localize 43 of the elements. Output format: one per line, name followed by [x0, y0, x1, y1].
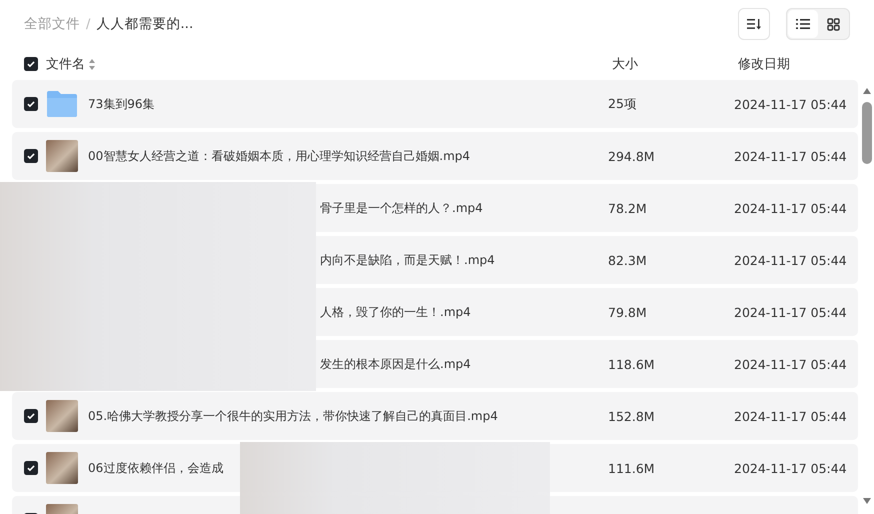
- sort-button[interactable]: [738, 8, 770, 40]
- file-name[interactable]: 06过度依赖伴侣，会造成: [88, 460, 224, 476]
- file-size: 111.6M: [608, 460, 655, 476]
- scrollbar[interactable]: [862, 86, 872, 506]
- checkbox[interactable]: [24, 409, 38, 423]
- checkbox[interactable]: [24, 57, 38, 71]
- folder-icon: [46, 90, 78, 118]
- file-size: 294.8M: [608, 148, 655, 164]
- video-thumbnail: [46, 452, 78, 484]
- file-size: 78.2M: [608, 200, 647, 216]
- file-size: 118.6M: [608, 356, 655, 372]
- modified-date: 2024-11-17 05:44: [734, 460, 847, 476]
- checkbox[interactable]: [24, 149, 38, 163]
- checkbox[interactable]: [24, 97, 38, 111]
- modified-date: 2024-11-17 05:44: [734, 408, 847, 424]
- file-size: 25项: [608, 96, 637, 112]
- breadcrumb-item[interactable]: 人人都需要的...: [96, 15, 194, 33]
- list-view-icon[interactable]: [788, 10, 818, 38]
- modified-date: 2024-11-17 05:44: [734, 200, 847, 216]
- sort-icon[interactable]: [89, 58, 95, 70]
- file-size: 152.8M: [608, 408, 655, 424]
- modified-date: 2024-11-17 05:44: [734, 252, 847, 268]
- file-name[interactable]: 内向不是缺陷，而是天赋！.mp4: [320, 252, 495, 268]
- file-name[interactable]: 人格，毁了你的一生！.mp4: [320, 304, 471, 320]
- column-header[interactable]: 文件名: [46, 55, 85, 73]
- file-name[interactable]: 发生的根本原因是什么.mp4: [320, 356, 471, 372]
- video-thumbnail: [46, 140, 78, 172]
- checkbox[interactable]: [24, 461, 38, 475]
- file-name[interactable]: 05.哈佛大学教授分享一个很牛的实用方法，带你快速了解自己的真面目.mp4: [88, 408, 498, 424]
- file-size: 79.8M: [608, 304, 647, 320]
- file-name[interactable]: 73集到96集: [88, 96, 155, 112]
- breadcrumb-separator: /: [86, 16, 90, 32]
- modified-date: 2024-11-17 05:44: [734, 96, 847, 112]
- column-header[interactable]: 修改日期: [738, 55, 790, 73]
- column-header[interactable]: 大小: [612, 55, 638, 73]
- file-size: 82.3M: [608, 252, 647, 268]
- modified-date: 2024-11-17 05:44: [734, 356, 847, 372]
- file-name[interactable]: 骨子里是一个怎样的人？.mp4: [320, 200, 483, 216]
- modified-date: 2024-11-17 05:44: [734, 148, 847, 164]
- file-name[interactable]: 00智慧女人经营之道：看破婚姻本质，用心理学知识经营自己婚姻.mp4: [88, 148, 470, 164]
- sort-icon: [747, 18, 761, 30]
- modified-date: 2024-11-17 05:44: [734, 304, 847, 320]
- video-thumbnail: [46, 400, 78, 432]
